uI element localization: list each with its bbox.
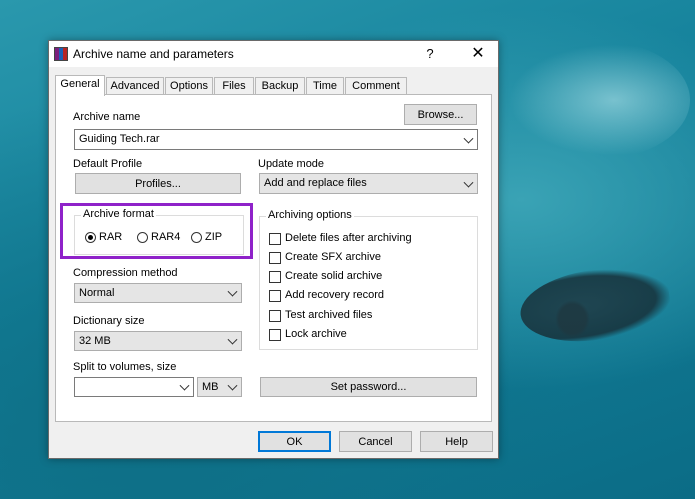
help-question-button[interactable]: ? xyxy=(415,43,445,65)
update-mode-label: Update mode xyxy=(258,158,325,170)
tab-comment[interactable]: Comment xyxy=(345,77,407,95)
radio-rar4-label[interactable]: RAR4 xyxy=(151,231,180,243)
chevron-down-icon xyxy=(227,286,238,297)
radio-zip-label[interactable]: ZIP xyxy=(205,231,222,243)
winrar-icon xyxy=(54,47,68,61)
checkbox-lock-archive[interactable] xyxy=(269,329,281,341)
archive-dialog: Archive name and parameters ? ✕ General … xyxy=(48,40,499,459)
background-swimmer-arm xyxy=(555,300,590,338)
background-swimmer xyxy=(515,259,675,351)
create-sfx-label[interactable]: Create SFX archive xyxy=(285,251,381,263)
radio-rar[interactable] xyxy=(85,232,96,243)
profiles-button[interactable]: Profiles... xyxy=(75,173,241,194)
checkbox-create-sfx[interactable] xyxy=(269,252,281,264)
dictionary-size-select[interactable]: 32 MB xyxy=(74,331,242,351)
title-bar[interactable]: Archive name and parameters ? ✕ xyxy=(49,41,498,67)
archiving-options-group: Archiving options Delete files after arc… xyxy=(259,209,478,350)
tab-time[interactable]: Time xyxy=(306,77,344,95)
delete-files-label[interactable]: Delete files after archiving xyxy=(285,232,412,244)
split-volumes-label: Split to volumes, size xyxy=(73,361,177,373)
set-password-button[interactable]: Set password... xyxy=(260,377,477,397)
tab-advanced[interactable]: Advanced xyxy=(106,77,164,95)
split-unit-select[interactable]: MB xyxy=(197,377,242,397)
chevron-down-icon xyxy=(227,334,238,345)
checkbox-recovery-record[interactable] xyxy=(269,290,281,302)
archiving-options-label: Archiving options xyxy=(266,209,354,221)
chevron-down-icon xyxy=(463,177,474,188)
lock-archive-label[interactable]: Lock archive xyxy=(285,328,347,340)
update-mode-select[interactable]: Add and replace files xyxy=(259,173,478,194)
create-solid-label[interactable]: Create solid archive xyxy=(285,270,382,282)
radio-rar4[interactable] xyxy=(137,232,148,243)
archive-name-input[interactable]: Guiding Tech.rar xyxy=(74,129,478,150)
tab-files[interactable]: Files xyxy=(214,77,254,95)
help-button[interactable]: Help xyxy=(420,431,493,452)
general-panel: Archive name Browse... Guiding Tech.rar … xyxy=(55,94,492,422)
chevron-down-icon[interactable] xyxy=(463,133,474,144)
archive-format-group: Archive format RAR RAR4 ZIP xyxy=(74,208,244,255)
update-mode-value: Add and replace files xyxy=(264,177,367,189)
recovery-record-label[interactable]: Add recovery record xyxy=(285,289,384,301)
archive-name-label: Archive name xyxy=(73,111,141,123)
tab-general[interactable]: General xyxy=(55,75,105,96)
checkbox-test-files[interactable] xyxy=(269,310,281,322)
checkbox-delete-files[interactable] xyxy=(269,233,281,245)
dictionary-size-label: Dictionary size xyxy=(73,315,145,327)
chevron-down-icon xyxy=(227,380,238,391)
cancel-button[interactable]: Cancel xyxy=(339,431,412,452)
test-files-label[interactable]: Test archived files xyxy=(285,309,372,321)
default-profile-label: Default Profile xyxy=(73,158,143,170)
archive-name-value: Guiding Tech.rar xyxy=(79,133,160,145)
dialog-title: Archive name and parameters xyxy=(73,47,234,61)
tab-backup[interactable]: Backup xyxy=(255,77,305,95)
compression-method-select[interactable]: Normal xyxy=(74,283,242,303)
tab-options[interactable]: Options xyxy=(165,77,213,95)
split-unit-value: MB xyxy=(202,381,219,393)
background-ripple xyxy=(500,40,690,160)
chevron-down-icon[interactable] xyxy=(179,380,190,391)
archive-format-label: Archive format xyxy=(81,208,156,220)
radio-zip[interactable] xyxy=(191,232,202,243)
close-button[interactable]: ✕ xyxy=(463,43,493,65)
compression-method-value: Normal xyxy=(79,287,115,299)
dictionary-size-value: 32 MB xyxy=(79,335,111,347)
compression-method-label: Compression method xyxy=(73,267,178,279)
browse-button[interactable]: Browse... xyxy=(404,104,477,125)
ok-button[interactable]: OK xyxy=(258,431,331,452)
split-volumes-input[interactable] xyxy=(74,377,194,397)
radio-rar-label[interactable]: RAR xyxy=(99,231,122,243)
checkbox-create-solid[interactable] xyxy=(269,271,281,283)
